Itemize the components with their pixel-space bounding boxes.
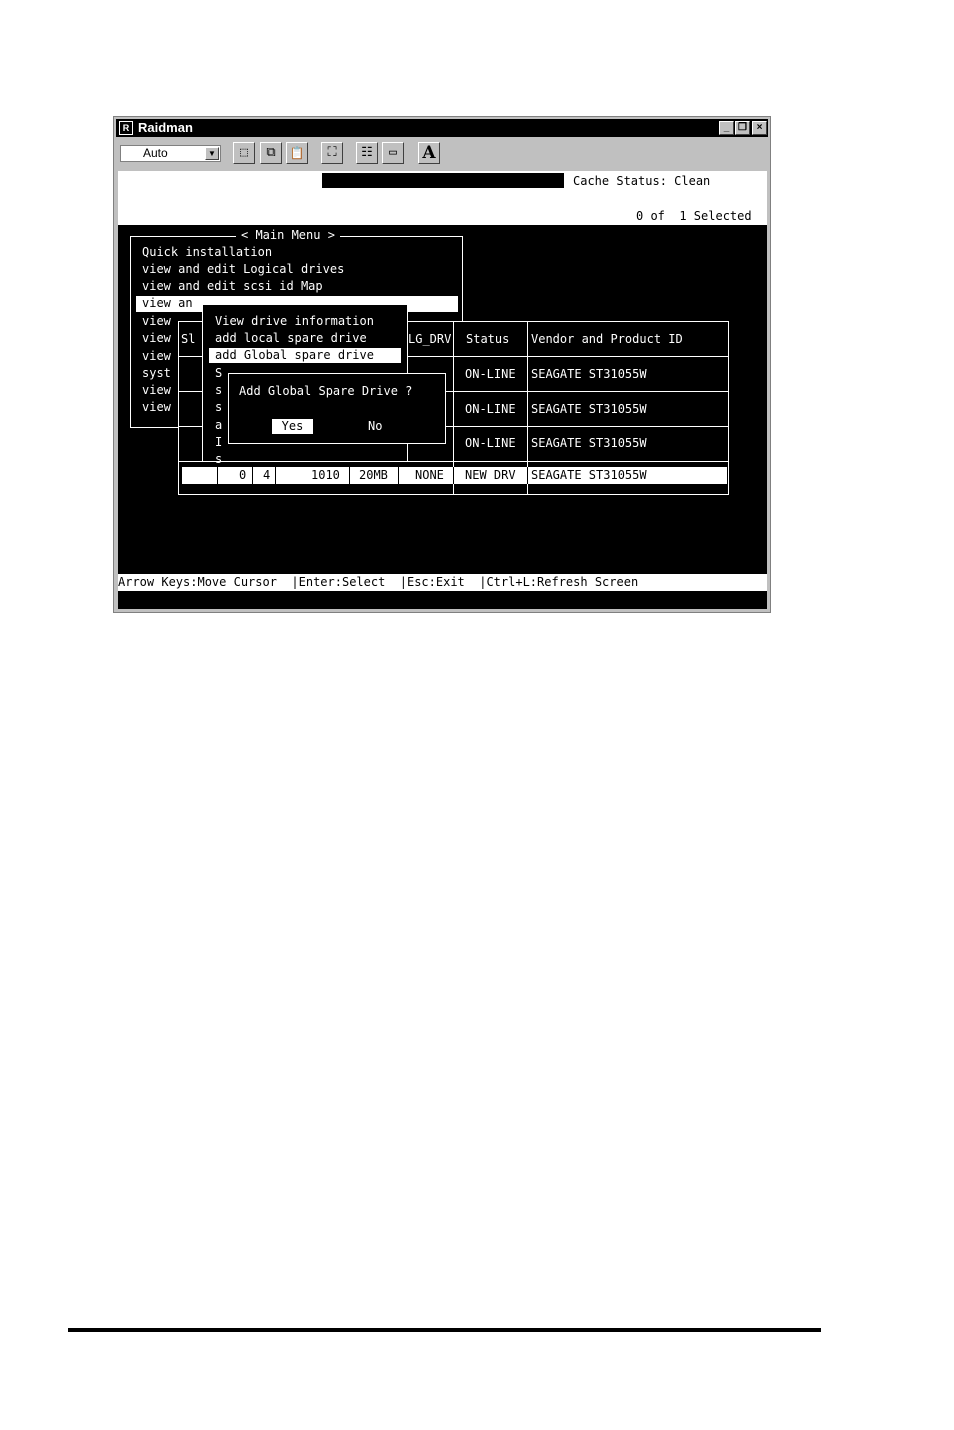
row-col-divider bbox=[275, 467, 276, 484]
selected-row-status: NEW DRV bbox=[465, 468, 516, 482]
menu-item-logical-drives[interactable]: view and edit Logical drives bbox=[142, 262, 344, 277]
background-icon[interactable]: ▭ bbox=[382, 142, 404, 164]
copy-icon[interactable]: ⧉ bbox=[260, 142, 282, 164]
menu-item-view-8[interactable]: view bbox=[142, 383, 171, 398]
column-header-ldrv: LG_DRV bbox=[408, 332, 452, 346]
minimize-button[interactable]: _ bbox=[719, 121, 734, 135]
select-icon[interactable]: ⬚ bbox=[233, 142, 255, 164]
status-bar-top: Cache Status: Clean 0 of 1 Selected bbox=[118, 171, 767, 225]
table-row-status[interactable]: ON-LINE bbox=[465, 402, 516, 417]
submenu-item-view-drive-info[interactable]: View drive information bbox=[215, 314, 374, 329]
window-title: Raidman bbox=[138, 120, 193, 135]
selected-row-channel: 0 bbox=[239, 468, 247, 482]
help-text: Arrow Keys:Move Cursor |Enter:Select |Es… bbox=[118, 575, 639, 589]
cache-status: Cache Status: Clean bbox=[573, 174, 711, 188]
confirm-question: Add Global Spare Drive ? bbox=[239, 384, 413, 398]
chevron-down-icon[interactable]: ▼ bbox=[205, 147, 219, 160]
table-row-status[interactable]: ON-LINE bbox=[465, 436, 516, 451]
toolbar: Auto ▼ ⬚ ⧉ 📋 ⛶ ☷ ▭ A bbox=[116, 139, 768, 167]
menu-item-quick-installation[interactable]: Quick installation bbox=[142, 245, 272, 260]
selected-row-vendor: SEAGATE ST31055W bbox=[531, 468, 647, 482]
raidman-window: R Raidman _ ❐ × Auto ▼ ⬚ ⧉ 📋 ⛶ ☷ ▭ A Cac… bbox=[113, 116, 771, 613]
submenu-partial-item[interactable]: s bbox=[215, 383, 222, 398]
paste-icon[interactable]: 📋 bbox=[286, 142, 308, 164]
selected-row-speed: 20MB bbox=[359, 468, 388, 482]
submenu-partial-item[interactable]: S bbox=[215, 366, 222, 381]
row-col-divider bbox=[398, 467, 399, 484]
submenu-item-add-global-spare[interactable]: add Global spare drive bbox=[209, 348, 401, 363]
raidman-app-icon[interactable]: R bbox=[119, 121, 133, 135]
close-button[interactable]: × bbox=[752, 121, 767, 135]
selected-row-ldrv: NONE bbox=[415, 468, 444, 482]
properties-icon[interactable]: ☷ bbox=[356, 142, 378, 164]
title-bar[interactable]: R Raidman _ ❐ × bbox=[116, 119, 768, 137]
main-menu-title: < Main Menu > bbox=[236, 228, 340, 243]
menu-item-system[interactable]: syst bbox=[142, 366, 171, 381]
font-icon[interactable]: A bbox=[418, 142, 440, 164]
row-col-divider bbox=[252, 467, 253, 484]
row-col-divider bbox=[349, 467, 350, 484]
page-rule bbox=[68, 1328, 821, 1332]
submenu-item-add-local-spare[interactable]: add local spare drive bbox=[215, 331, 367, 346]
column-header-status: Status bbox=[466, 332, 510, 346]
table-row-vendor[interactable]: SEAGATE ST31055W bbox=[531, 436, 647, 451]
table-header-partial: Sl bbox=[181, 332, 196, 346]
terminal-screen: Cache Status: Clean 0 of 1 Selected < Ma… bbox=[118, 171, 767, 609]
font-size-value: Auto bbox=[143, 146, 168, 160]
menu-item-view-5[interactable]: view bbox=[142, 331, 171, 346]
row-col-divider bbox=[527, 467, 528, 484]
fullscreen-icon[interactable]: ⛶ bbox=[321, 142, 343, 164]
row-col-divider bbox=[453, 467, 454, 484]
blank-status-field bbox=[322, 173, 564, 188]
column-header-vendor: Vendor and Product ID bbox=[531, 332, 683, 346]
menu-item-view-9[interactable]: view bbox=[142, 400, 171, 415]
menu-item-view-drives[interactable]: view an bbox=[142, 296, 193, 311]
submenu-partial-item[interactable]: I bbox=[215, 435, 222, 450]
selected-row-id: 4 bbox=[263, 468, 271, 482]
menu-item-scsi-id-map[interactable]: view and edit scsi id Map bbox=[142, 279, 323, 294]
confirm-no-button[interactable]: No bbox=[368, 419, 382, 434]
table-row-vendor[interactable]: SEAGATE ST31055W bbox=[531, 367, 647, 382]
menu-item-view-6[interactable]: view bbox=[142, 349, 171, 364]
submenu-partial-item[interactable]: s bbox=[215, 400, 222, 415]
menu-item-view-4[interactable]: view bbox=[142, 314, 171, 329]
selected-row-size: 1010 bbox=[311, 468, 340, 482]
table-row-vendor[interactable]: SEAGATE ST31055W bbox=[531, 402, 647, 417]
row-col-divider bbox=[217, 467, 218, 484]
restore-button[interactable]: ❐ bbox=[735, 121, 750, 135]
table-row-status[interactable]: ON-LINE bbox=[465, 367, 516, 382]
font-size-combo[interactable]: Auto ▼ bbox=[120, 145, 221, 162]
confirm-yes-button[interactable]: Yes bbox=[272, 419, 313, 434]
submenu-partial-item[interactable]: s bbox=[215, 452, 222, 467]
selection-count: 0 of 1 Selected bbox=[636, 209, 752, 223]
submenu-partial-item[interactable]: a bbox=[215, 418, 222, 433]
